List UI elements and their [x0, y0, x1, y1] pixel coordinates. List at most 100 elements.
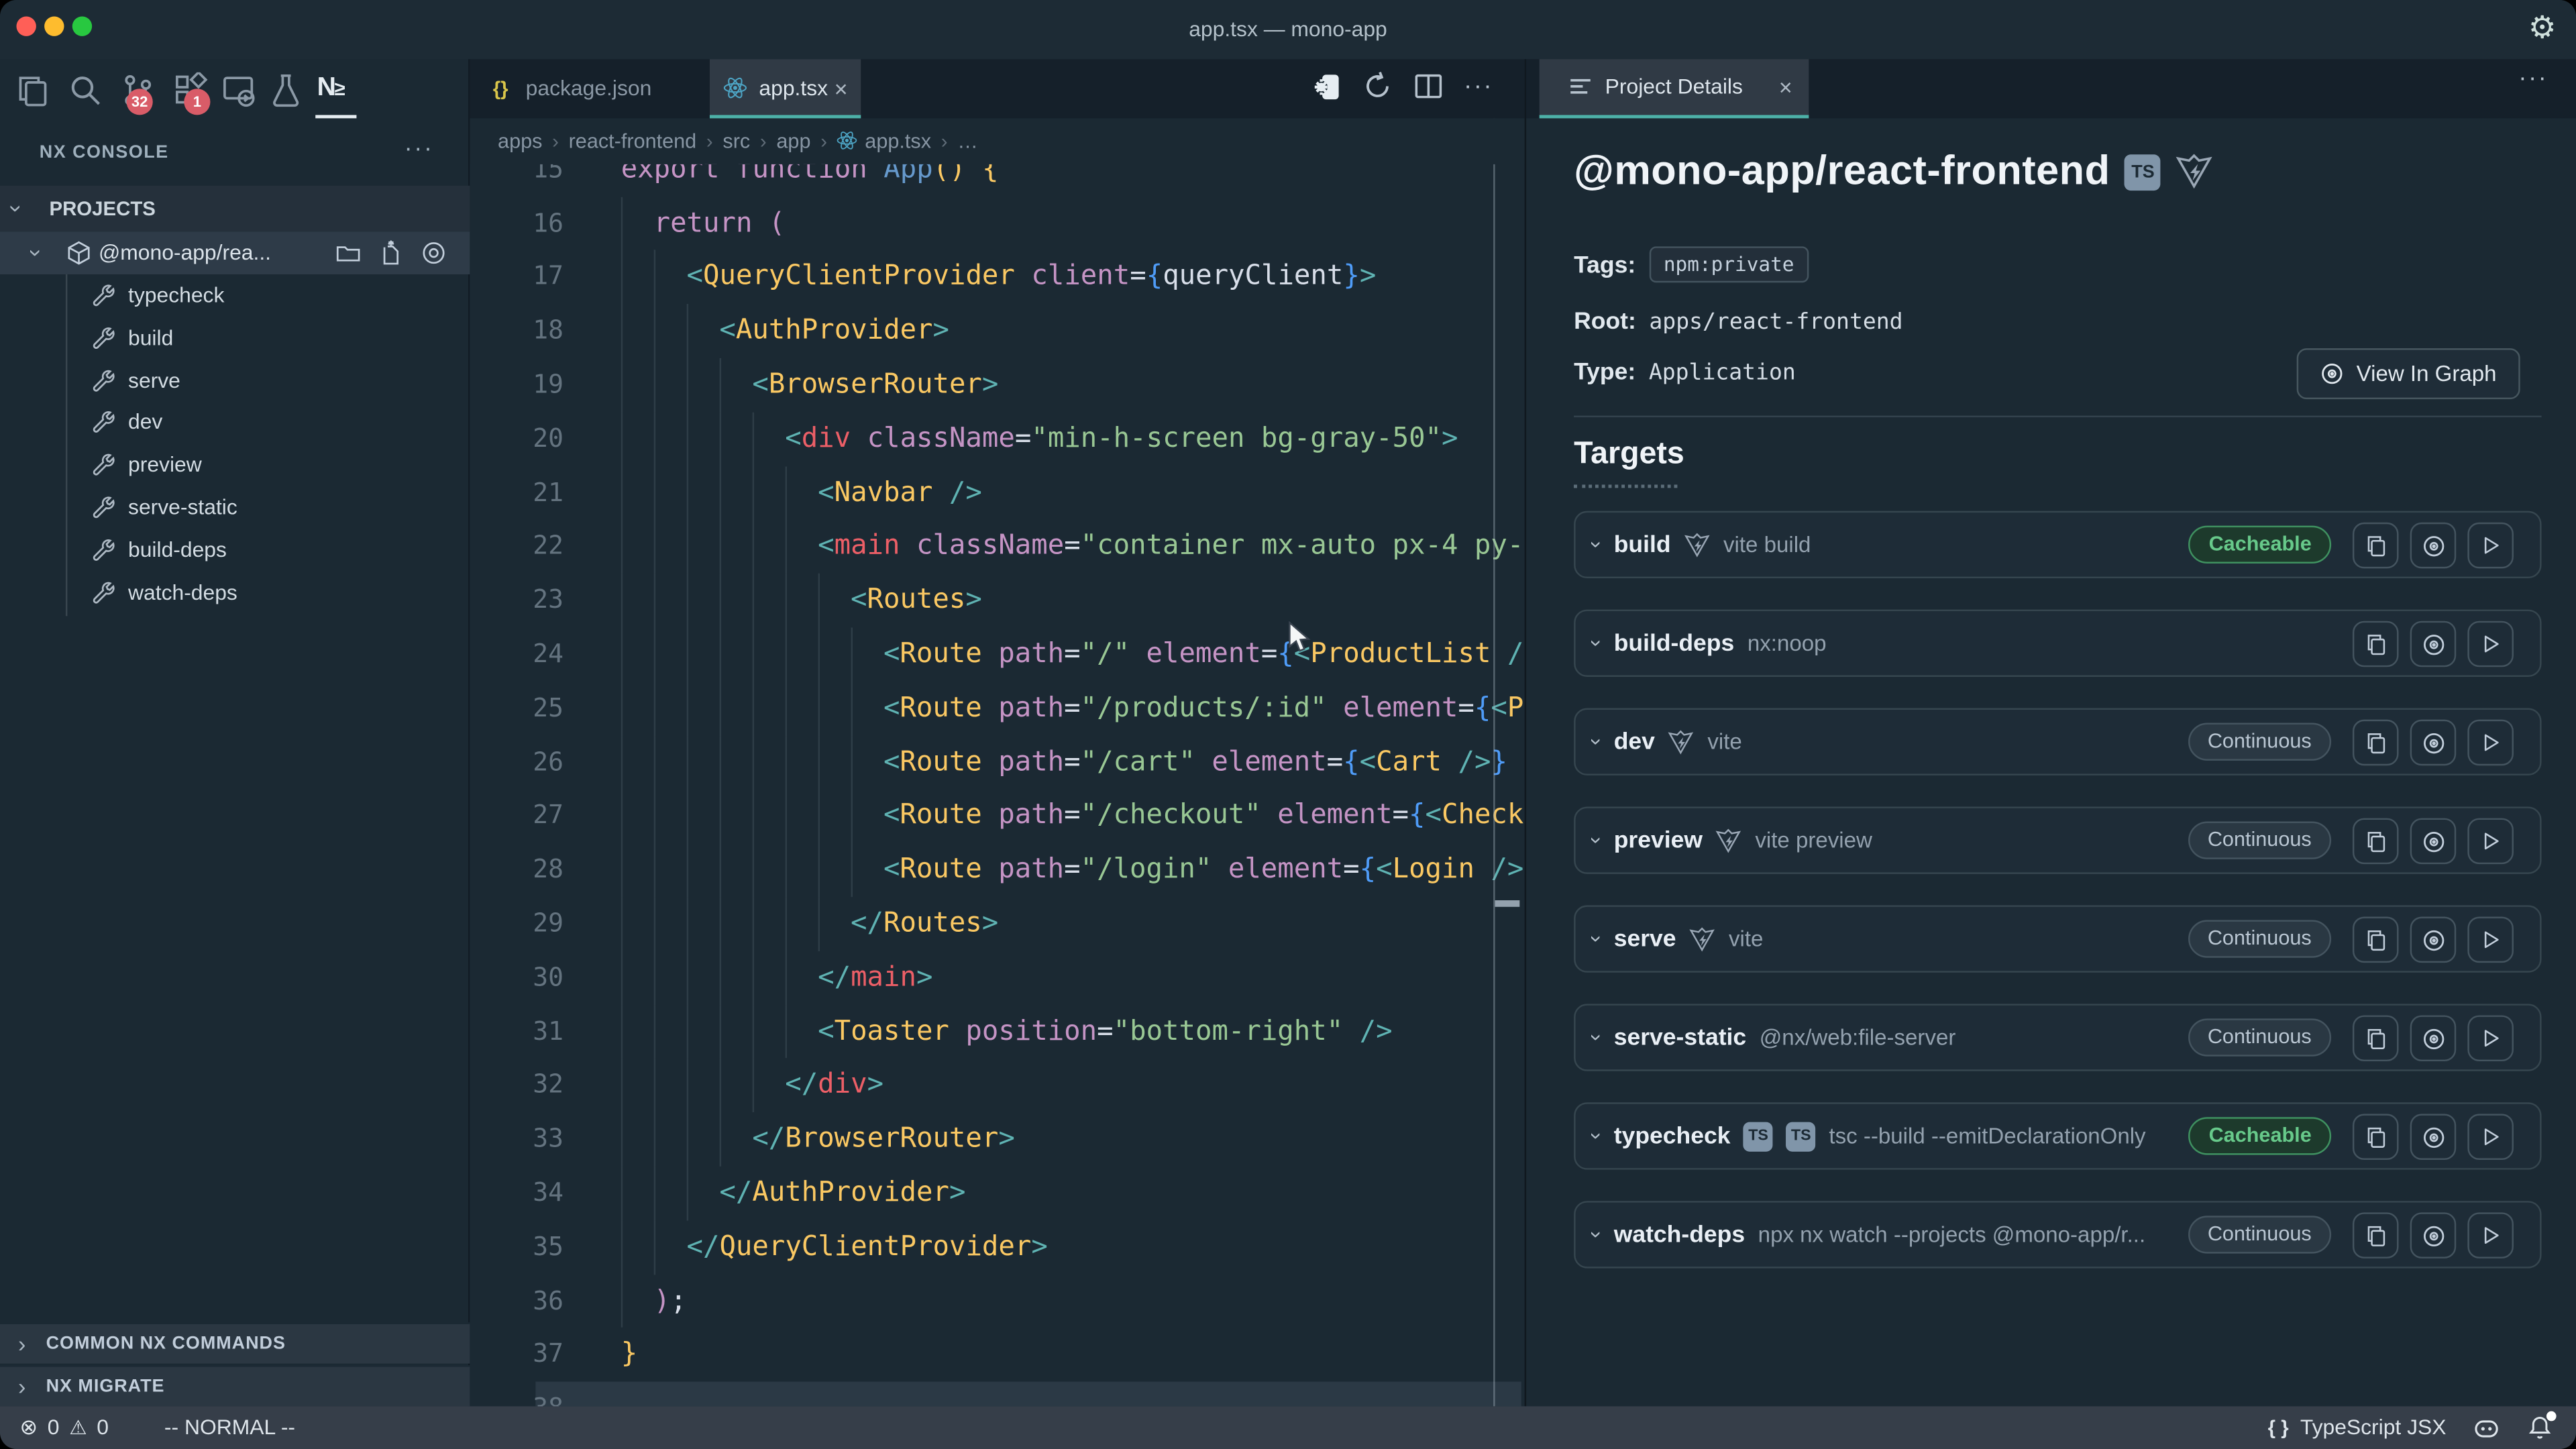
panel-more-actions-icon[interactable]: ···: [2518, 64, 2548, 93]
run-task-button[interactable]: [2467, 621, 2514, 667]
tab-package-json[interactable]: {} package.json: [470, 59, 710, 118]
code-line-36[interactable]: 36 );: [470, 1274, 1524, 1328]
target-row-dev[interactable]: ›devviteContinuous: [1574, 708, 2541, 775]
breadcrumb-item[interactable]: src: [722, 129, 750, 152]
language-mode[interactable]: { } TypeScript JSX: [2268, 1406, 2447, 1449]
code-line-34[interactable]: 34 </AuthProvider>: [470, 1167, 1524, 1220]
focus-target-icon[interactable]: [421, 240, 447, 266]
copy-task-button[interactable]: [2353, 720, 2399, 766]
target-row-serve[interactable]: ›serveviteContinuous: [1574, 905, 2541, 972]
notifications-bell-icon[interactable]: [2527, 1415, 2553, 1441]
nx-migrate-section[interactable]: › NX MIGRATE: [0, 1365, 470, 1406]
open-project-details-icon[interactable]: [1311, 70, 1347, 107]
chevron-down-icon[interactable]: ›: [1585, 738, 1609, 745]
code-line-16[interactable]: 16 return (: [470, 197, 1524, 250]
code-line-30[interactable]: 30 </main>: [470, 951, 1524, 1004]
sidebar-target-serve-static[interactable]: serve-static: [0, 486, 470, 529]
sidebar-target-typecheck[interactable]: typecheck: [0, 274, 470, 317]
code-line-19[interactable]: 19 <BrowserRouter>: [470, 358, 1524, 412]
code-line-32[interactable]: 32 </div>: [470, 1059, 1524, 1112]
chevron-down-icon[interactable]: ›: [1585, 1231, 1609, 1238]
breadcrumb-item[interactable]: react-frontend: [569, 129, 697, 152]
view-task-graph-button[interactable]: [2410, 523, 2457, 569]
target-row-build[interactable]: ›buildvite buildCacheable: [1574, 511, 2541, 578]
code-line-25[interactable]: 25 <Route path="/products/:id" element={…: [470, 682, 1524, 735]
vim-mode-indicator[interactable]: -- NORMAL --: [164, 1406, 295, 1449]
files-copy-icon[interactable]: [15, 72, 51, 109]
copy-task-button[interactable]: [2353, 917, 2399, 963]
code-line-22[interactable]: 22 <main className="container mx-auto px…: [470, 520, 1524, 574]
tab-app-tsx[interactable]: app.tsx ×: [710, 59, 861, 118]
search-icon[interactable]: [67, 72, 103, 109]
tab-project-details[interactable]: Project Details ×: [1540, 59, 1809, 118]
close-panel-icon[interactable]: ×: [1779, 59, 1792, 115]
breadcrumb-item[interactable]: …: [957, 129, 978, 152]
view-task-graph-button[interactable]: [2410, 621, 2457, 667]
code-line-28[interactable]: 28 <Route path="/login" element={<Login …: [470, 843, 1524, 897]
projects-section-header[interactable]: › PROJECTS: [0, 186, 470, 232]
run-task-button[interactable]: [2467, 523, 2514, 569]
code-line-27[interactable]: 27 <Route path="/checkout" element={<Che…: [470, 789, 1524, 843]
copy-task-button[interactable]: [2353, 1114, 2399, 1160]
run-task-button[interactable]: [2467, 917, 2514, 963]
run-task-button[interactable]: [2467, 1015, 2514, 1061]
split-editor-icon[interactable]: [1413, 70, 1449, 107]
gear-icon[interactable]: ⚙: [2528, 10, 2557, 48]
errors-count[interactable]: 0: [48, 1406, 60, 1449]
sidebar-target-build[interactable]: build: [0, 317, 470, 359]
run-task-button[interactable]: [2467, 1114, 2514, 1160]
code-area[interactable]: 15export function App() {16 return (17 <…: [470, 59, 1524, 1406]
target-row-build-deps[interactable]: ›build-depsnx:noop: [1574, 610, 2541, 677]
close-tab-icon[interactable]: ×: [835, 59, 848, 118]
code-line-31[interactable]: 31 <Toaster position="bottom-right" />: [470, 1005, 1524, 1059]
run-task-button[interactable]: [2467, 818, 2514, 865]
titlebar[interactable]: app.tsx — mono-app ⚙: [0, 0, 2576, 59]
testing-beaker-icon[interactable]: [268, 72, 304, 109]
breadcrumb[interactable]: apps›react-frontend›src›app›app.tsx›…: [470, 118, 1524, 164]
sidebar-target-dev[interactable]: dev: [0, 402, 470, 444]
errors-icon[interactable]: ⊗: [19, 1406, 38, 1449]
breadcrumb-item[interactable]: app.tsx: [837, 129, 931, 152]
sidebar-target-build-deps[interactable]: build-deps: [0, 529, 470, 571]
chevron-down-icon[interactable]: ›: [1585, 639, 1609, 647]
code-line-33[interactable]: 33 </BrowserRouter>: [470, 1112, 1524, 1166]
code-line-26[interactable]: 26 <Route path="/cart" element={<Cart />…: [470, 735, 1524, 789]
target-row-watch-deps[interactable]: ›watch-depsnpx nx watch --projects @mono…: [1574, 1201, 2541, 1268]
chevron-down-icon[interactable]: ›: [1585, 935, 1609, 943]
target-row-preview[interactable]: ›previewvite previewContinuous: [1574, 806, 2541, 873]
breadcrumb-item[interactable]: app: [776, 129, 810, 152]
sidebar-target-serve[interactable]: serve: [0, 359, 470, 401]
run-task-button[interactable]: [2467, 720, 2514, 766]
view-task-graph-button[interactable]: [2410, 818, 2457, 865]
run-task-button[interactable]: [2467, 1212, 2514, 1258]
target-row-serve-static[interactable]: ›serve-static@nx/web:file-serverContinuo…: [1574, 1004, 2541, 1071]
copy-task-button[interactable]: [2353, 1015, 2399, 1061]
warnings-count[interactable]: 0: [97, 1406, 109, 1449]
breadcrumb-item[interactable]: apps: [498, 129, 542, 152]
editor-group[interactable]: 15export function App() {16 return (17 <…: [470, 59, 1524, 1406]
code-line-17[interactable]: 17 <QueryClientProvider client={queryCli…: [470, 250, 1524, 304]
code-line-29[interactable]: 29 </Routes>: [470, 897, 1524, 951]
chevron-down-icon[interactable]: ›: [1585, 541, 1609, 549]
sidebar-more-actions-icon[interactable]: ···: [404, 135, 433, 163]
view-task-graph-button[interactable]: [2410, 1015, 2457, 1061]
copy-task-button[interactable]: [2353, 523, 2399, 569]
code-line-18[interactable]: 18 <AuthProvider>: [470, 305, 1524, 358]
view-in-graph-button[interactable]: View In Graph: [2297, 348, 2520, 399]
code-line-35[interactable]: 35 </QueryClientProvider>: [470, 1220, 1524, 1274]
view-task-graph-button[interactable]: [2410, 720, 2457, 766]
code-line-38[interactable]: 38: [470, 1382, 1524, 1406]
chevron-down-icon[interactable]: ›: [1585, 837, 1609, 844]
chevron-down-icon[interactable]: ›: [1585, 1132, 1609, 1140]
code-line-21[interactable]: 21 <Navbar />: [470, 466, 1524, 520]
chevron-down-icon[interactable]: ›: [1585, 1034, 1609, 1041]
remote-explorer-icon[interactable]: [220, 72, 256, 109]
code-line-23[interactable]: 23 <Routes>: [470, 574, 1524, 627]
open-config-file-icon[interactable]: [378, 240, 404, 266]
copy-task-button[interactable]: [2353, 621, 2399, 667]
refresh-icon[interactable]: [1362, 70, 1398, 107]
project-row[interactable]: › @mono-app/rea...: [0, 231, 470, 274]
sidebar-target-preview[interactable]: preview: [0, 444, 470, 486]
view-task-graph-button[interactable]: [2410, 1114, 2457, 1160]
common-nx-commands-section[interactable]: › COMMON NX COMMANDS: [0, 1322, 470, 1363]
